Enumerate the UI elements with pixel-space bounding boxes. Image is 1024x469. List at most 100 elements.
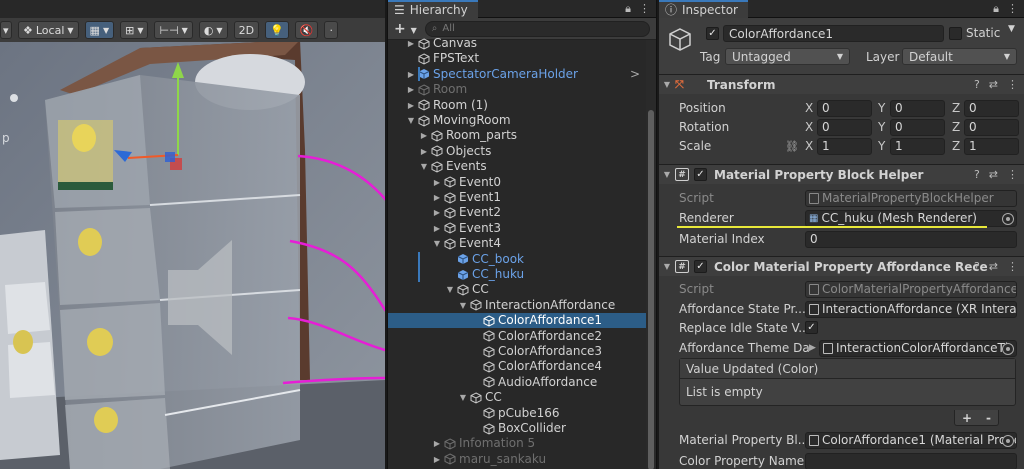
hierarchy-item[interactable]: ▶ Event0 (388, 175, 646, 190)
hierarchy-item[interactable]: ColorAffordance1 (388, 313, 646, 329)
foldout-open-icon[interactable]: ▼ (406, 113, 416, 128)
toolbar-dropdown-left[interactable]: ▾ (0, 21, 12, 39)
color-property-name-field[interactable] (805, 452, 1017, 469)
effects-toggle[interactable]: · (324, 21, 339, 39)
color-affordance-component-header[interactable]: ▼ # ✓ Color Material Property Affordance… (659, 256, 1024, 276)
add-listener-button[interactable]: + (962, 411, 972, 425)
position-x-field[interactable]: 0 (817, 99, 872, 117)
hierarchy-scrollbar[interactable] (646, 40, 656, 469)
replace-idle-checkbox[interactable]: ✓ (805, 321, 818, 334)
help-icon[interactable]: ? (974, 78, 980, 91)
link-icon[interactable]: ⛓ (785, 140, 799, 153)
hierarchy-item[interactable]: ▼ CC (388, 390, 646, 405)
rotation-x-field[interactable]: 0 (817, 118, 872, 136)
audio-toggle[interactable]: 🔇 (294, 21, 319, 39)
material-index-field[interactable]: 0 (805, 230, 1017, 248)
foldout-closed-icon[interactable]: ▶ (406, 36, 416, 51)
state-provider-field[interactable]: InteractionAffordance (XR Interac (805, 300, 1017, 318)
more-menu-icon[interactable]: ⋮ (1007, 78, 1018, 91)
more-menu-icon[interactable]: ⋮ (1007, 2, 1018, 16)
hierarchy-item[interactable]: BoxCollider (388, 421, 646, 436)
remove-listener-button[interactable]: - (986, 411, 991, 425)
axis-x-label[interactable]: X (805, 101, 813, 115)
lighting-toggle[interactable]: 💡 (265, 21, 289, 39)
foldout-open-icon[interactable]: ▼ (419, 159, 429, 174)
hierarchy-item[interactable]: ▶ Room (388, 82, 646, 97)
scrollbar-thumb[interactable] (648, 110, 654, 469)
hierarchy-item[interactable]: ▶ Event3 (388, 221, 646, 236)
axis-y-label[interactable]: Y (878, 120, 885, 134)
mode-2d-button[interactable]: 2D (233, 21, 260, 39)
axis-z-label[interactable]: Z (952, 120, 960, 134)
object-name-field[interactable]: ColorAffordance1 (723, 25, 944, 42)
grid-snap-button[interactable]: ▦ ▼ (84, 21, 115, 39)
gizmo-plane-handle[interactable] (165, 152, 175, 162)
foldout-closed-icon[interactable]: ▶ (432, 221, 442, 236)
object-picker-icon[interactable] (1002, 212, 1014, 225)
hierarchy-item[interactable]: CC_huku (388, 267, 646, 282)
preset-icon[interactable]: ⇄ (989, 168, 998, 181)
object-picker-icon[interactable] (1002, 342, 1014, 355)
draw-mode-button[interactable]: ◐ ▼ (198, 21, 228, 39)
inspector-tab[interactable]: ⓘ Inspector (659, 0, 748, 18)
transform-component-header[interactable]: ▼ ⤧ Transform ? ⇄ ⋮ (659, 74, 1024, 94)
hierarchy-item[interactable]: ▼ InteractionAffordance (388, 298, 646, 313)
hierarchy-item[interactable]: ▶ Canvas (388, 36, 646, 51)
hierarchy-item[interactable]: ▼ MovingRoom (388, 113, 646, 128)
foldout-closed-icon[interactable]: ▶ (432, 452, 442, 467)
active-checkbox[interactable]: ✓ (706, 27, 719, 40)
hierarchy-item[interactable]: ▶ maru_sankaku (388, 452, 646, 467)
more-menu-icon[interactable]: ⋮ (1007, 260, 1018, 273)
hierarchy-search-input[interactable]: ⌕ All (424, 20, 650, 37)
hierarchy-item[interactable]: ▶ Event2 (388, 205, 646, 220)
axis-z-label[interactable]: Z (952, 139, 960, 153)
mpb-field[interactable]: ColorAffordance1 (Material Prope (805, 431, 1017, 449)
scale-x-field[interactable]: 1 (817, 137, 872, 155)
hierarchy-item[interactable]: ▼ Events (388, 159, 646, 174)
static-checkbox[interactable] (949, 27, 962, 40)
foldout-closed-icon[interactable]: ▶ (432, 205, 442, 220)
foldout-closed-icon[interactable]: ▶ (432, 190, 442, 205)
hierarchy-item[interactable]: ▶ Event1 (388, 190, 646, 205)
foldout-closed-icon[interactable]: ▶ (406, 98, 416, 113)
axis-y-label[interactable]: Y (878, 101, 885, 115)
add-button[interactable]: + ▼ (394, 21, 417, 37)
axis-x-label[interactable]: X (805, 120, 813, 134)
preset-icon[interactable]: ⇄ (989, 260, 998, 273)
hierarchy-item[interactable]: FPSText (388, 51, 646, 66)
hierarchy-item[interactable]: ▶ Room (1) (388, 98, 646, 113)
hierarchy-tab[interactable]: ☰ Hierarchy (388, 0, 478, 18)
rotation-y-field[interactable]: 0 (890, 118, 945, 136)
renderer-field[interactable]: ▦ CC_huku (Mesh Renderer) (805, 209, 1017, 227)
hierarchy-item[interactable]: ▶ SpectatorCameraHolder > (388, 67, 646, 82)
ruler-button[interactable]: ⊢⊣ ▼ (154, 21, 193, 39)
more-menu-icon[interactable]: ⋮ (1007, 168, 1018, 181)
hierarchy-item[interactable]: ▶ Room_parts (388, 128, 646, 143)
scene-view[interactable]: ▾ ❖ Local ▼ ▦ ▼ ⊞ ▼ ⊢⊣ ▼ ◐ ▼ 2D 💡 🔇 · p (0, 0, 385, 469)
foldout-closed-icon[interactable]: ▶ (432, 436, 442, 451)
increment-snap-button[interactable]: ⊞ ▼ (120, 21, 149, 39)
hierarchy-item[interactable]: AudioAffordance (388, 375, 646, 390)
foldout-closed-icon[interactable]: ▶ (419, 144, 429, 159)
layer-dropdown[interactable]: Default ▼ (902, 48, 1017, 65)
hierarchy-item[interactable]: ColorAffordance3 (388, 344, 646, 359)
hierarchy-item[interactable]: CC_book (388, 252, 646, 267)
object-picker-icon[interactable] (1002, 434, 1014, 447)
chevron-down-icon[interactable]: ▼ (1008, 24, 1015, 34)
preset-icon[interactable]: ⇄ (989, 78, 998, 91)
position-z-field[interactable]: 0 (964, 99, 1019, 117)
hierarchy-item[interactable]: ▶ Objects (388, 144, 646, 159)
hierarchy-item[interactable]: ▼ CC (388, 282, 646, 297)
foldout-open-icon[interactable]: ▼ (432, 236, 442, 251)
foldout-arrow-icon[interactable]: ▶ (809, 343, 816, 353)
foldout-open-icon[interactable]: ▼ (458, 298, 468, 313)
scale-y-field[interactable]: 1 (890, 137, 945, 155)
help-icon[interactable]: ? (974, 168, 980, 181)
foldout-closed-icon[interactable]: ▶ (419, 128, 429, 143)
more-menu-icon[interactable]: ⋮ (639, 2, 650, 16)
position-y-field[interactable]: 0 (890, 99, 945, 117)
hierarchy-item[interactable]: pCube166 (388, 406, 646, 421)
hierarchy-item[interactable]: ColorAffordance2 (388, 329, 646, 344)
lock-icon[interactable]: 🔒︎ (625, 2, 631, 16)
scale-z-field[interactable]: 1 (964, 137, 1019, 155)
